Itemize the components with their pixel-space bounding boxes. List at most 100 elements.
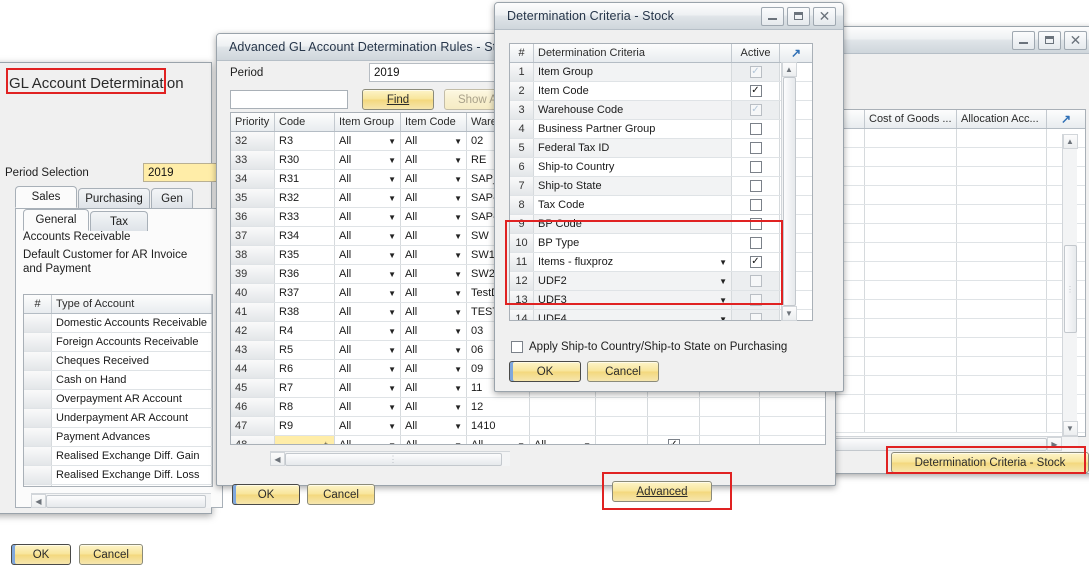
criteria-active-cell[interactable]: ✓ xyxy=(732,139,780,157)
rules-grid-hscroll[interactable]: ◀ ⋮ xyxy=(270,451,510,466)
cell-code[interactable]: R37 xyxy=(275,284,335,302)
criteria-scroll-up-arrow[interactable]: ▲ xyxy=(782,62,797,77)
cell-item-group[interactable]: All▼ xyxy=(335,151,401,169)
table-row[interactable] xyxy=(833,224,1085,243)
cell-item-group[interactable]: All▼ xyxy=(335,360,401,378)
advanced-button[interactable]: Advanced xyxy=(612,481,712,502)
cell-item-code[interactable]: All▼ xyxy=(401,322,467,340)
cell[interactable] xyxy=(865,300,957,318)
tab-sales[interactable]: Sales xyxy=(15,186,77,208)
apply-shipto-checkbox[interactable]: ✓ xyxy=(511,341,523,353)
cell-extra-4[interactable] xyxy=(700,417,760,435)
criteria-row-label[interactable]: UDF3▼ xyxy=(534,291,732,309)
table-row[interactable]: Realised Exchange Diff. Gain xyxy=(24,447,212,466)
scroll-down-arrow[interactable]: ▼ xyxy=(1063,421,1078,436)
table-row[interactable] xyxy=(833,300,1085,319)
cell[interactable] xyxy=(957,300,1047,318)
cell-code[interactable]: R30 xyxy=(275,151,335,169)
cell[interactable] xyxy=(865,129,957,147)
cell[interactable] xyxy=(957,205,1047,223)
criteria-row-label[interactable]: UDF2▼ xyxy=(534,272,732,290)
cell[interactable] xyxy=(865,224,957,242)
criteria-active-cell[interactable]: ✓ xyxy=(732,253,780,271)
table-row[interactable] xyxy=(833,243,1085,262)
tab-general[interactable]: General xyxy=(23,209,89,231)
list-item[interactable]: 9BP Code✓ xyxy=(510,215,812,234)
cell-extra-3[interactable] xyxy=(648,417,700,435)
cell-item-group[interactable]: All▼ xyxy=(335,246,401,264)
criteria-expand-icon[interactable]: ↗ xyxy=(780,44,812,62)
cell-item-code[interactable]: All▼ xyxy=(401,436,467,445)
cell-extra-4[interactable] xyxy=(700,436,760,445)
criteria-scroll-down-arrow[interactable]: ▼ xyxy=(782,306,797,321)
rules-hscroll-thumb[interactable]: ⋮ xyxy=(285,453,502,466)
table-row[interactable]: Realised Exchange Diff. Loss xyxy=(24,466,212,485)
criteria-row-label[interactable]: Items - fluxproz▼ xyxy=(534,253,732,271)
dialog-minimize-icon[interactable] xyxy=(761,7,784,26)
cell[interactable] xyxy=(865,395,957,413)
right-window-hscroll[interactable]: ▶ xyxy=(832,436,1078,451)
cell-item-group[interactable]: All▼ xyxy=(335,284,401,302)
table-row[interactable]: Foreign Accounts Receivable xyxy=(24,333,212,352)
cell-item-group[interactable]: All▼ xyxy=(335,398,401,416)
list-item[interactable]: 7Ship-to State✓ xyxy=(510,177,812,196)
hscroll-left-arrow[interactable]: ◀ xyxy=(31,494,46,508)
criteria-active-checkbox[interactable]: ✓ xyxy=(750,199,762,211)
cell-item-code[interactable]: All▼ xyxy=(401,360,467,378)
type-of-account-hscroll[interactable]: ◀ xyxy=(31,493,211,508)
criteria-active-cell[interactable]: ✓ xyxy=(732,196,780,214)
criteria-active-cell[interactable]: ✓ xyxy=(732,215,780,233)
cell-code[interactable]: R34 xyxy=(275,227,335,245)
list-item[interactable]: 5Federal Tax ID✓ xyxy=(510,139,812,158)
cell-code[interactable]: R6 xyxy=(275,360,335,378)
hscroll-thumb[interactable] xyxy=(46,495,206,508)
criteria-scroll-thumb[interactable] xyxy=(783,77,796,306)
table-row[interactable]: Cash on Hand xyxy=(24,371,212,390)
cell-item-group[interactable]: All▼ xyxy=(335,227,401,245)
table-row[interactable] xyxy=(833,357,1085,376)
cell[interactable] xyxy=(957,262,1047,280)
cell[interactable] xyxy=(865,357,957,375)
dialog-ok-button[interactable]: OK xyxy=(509,361,581,382)
cell-item-code[interactable]: All▼ xyxy=(401,265,467,283)
dialog-cancel-button[interactable]: Cancel xyxy=(587,361,659,382)
cell-code[interactable]: R35 xyxy=(275,246,335,264)
cell-code[interactable]: R4 xyxy=(275,322,335,340)
criteria-active-checkbox[interactable]: ✓ xyxy=(750,237,762,249)
cell[interactable] xyxy=(865,281,957,299)
cell-item-group[interactable]: All▼ xyxy=(335,322,401,340)
table-row[interactable] xyxy=(833,167,1085,186)
cell-item-code[interactable]: All▼ xyxy=(401,398,467,416)
cell-code[interactable]: R32 xyxy=(275,189,335,207)
criteria-active-cell[interactable]: ✓ xyxy=(732,310,780,321)
list-item[interactable]: 12UDF2▼✓ xyxy=(510,272,812,291)
criteria-active-checkbox[interactable]: ✓ xyxy=(750,142,762,154)
cell-extra-5[interactable] xyxy=(760,398,825,416)
rules-hscroll-left-arrow[interactable]: ◀ xyxy=(270,452,285,466)
cell[interactable] xyxy=(957,129,1047,147)
cell[interactable] xyxy=(865,243,957,261)
cell-extra-3[interactable] xyxy=(648,398,700,416)
cell-item-code[interactable]: All▼ xyxy=(401,246,467,264)
cell-item-group[interactable]: All▼ xyxy=(335,341,401,359)
cell-extra-2[interactable] xyxy=(596,436,648,445)
table-row[interactable] xyxy=(833,148,1085,167)
criteria-row-label[interactable]: UDF4▼ xyxy=(534,310,732,321)
chevron-down-icon[interactable]: ▼ xyxy=(719,277,727,286)
criteria-row-label[interactable]: Federal Tax ID xyxy=(534,139,732,157)
dialog-titlebar[interactable]: Determination Criteria - Stock ✕ xyxy=(495,3,843,30)
dialog-maximize-icon[interactable] xyxy=(787,7,810,26)
table-row[interactable]: Domestic Accounts Receivable xyxy=(24,314,212,333)
cell-item-code[interactable]: All▼ xyxy=(401,208,467,226)
table-row[interactable]: Payment Advances xyxy=(24,428,212,447)
criteria-active-cell[interactable]: ✓ xyxy=(732,63,780,81)
cell-item-code[interactable]: All▼ xyxy=(401,170,467,188)
cell-code[interactable]: R9 xyxy=(275,417,335,435)
table-row[interactable] xyxy=(833,376,1085,395)
cell[interactable] xyxy=(865,376,957,394)
cell-extra-3[interactable]: ✓ xyxy=(648,436,700,445)
table-row[interactable]: Underpayment AR Account xyxy=(24,409,212,428)
cell[interactable] xyxy=(957,414,1047,432)
criteria-active-checkbox[interactable]: ✓ xyxy=(750,85,762,97)
tab-purchasing[interactable]: Purchasing xyxy=(78,188,150,208)
